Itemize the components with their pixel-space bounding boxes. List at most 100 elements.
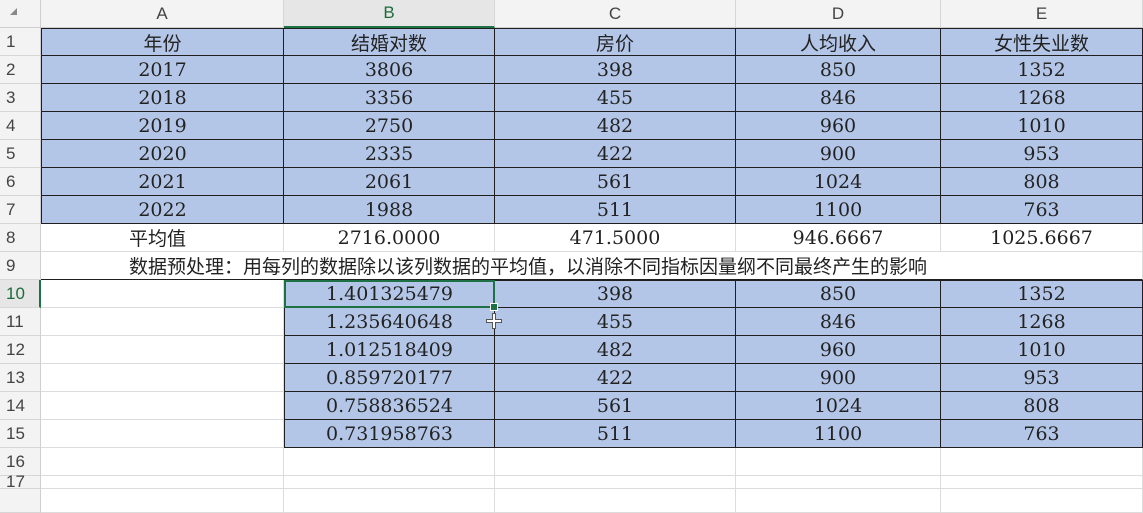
cell-d17[interactable] <box>736 476 941 489</box>
cell-c2[interactable]: 398 <box>495 56 736 84</box>
row-header-4[interactable]: 4 <box>0 112 41 140</box>
cell-e16[interactable] <box>941 448 1143 476</box>
fill-handle[interactable] <box>490 303 498 311</box>
row-header-6[interactable]: 6 <box>0 168 41 196</box>
row-header-9[interactable]: 9 <box>0 252 41 280</box>
cell-c14[interactable]: 561 <box>495 392 736 420</box>
cell-c5[interactable]: 422 <box>495 140 736 168</box>
cell-d5[interactable]: 900 <box>736 140 941 168</box>
cell-b14[interactable]: 0.758836524 <box>284 392 495 420</box>
cell-e8[interactable]: 1025.6667 <box>941 224 1143 252</box>
cell-d8[interactable]: 946.6667 <box>736 224 941 252</box>
cell-a4[interactable]: 2019 <box>41 112 284 140</box>
cell-b7[interactable]: 1988 <box>284 196 495 224</box>
cell-b3[interactable]: 3356 <box>284 84 495 112</box>
cell-c11[interactable]: 455 <box>495 308 736 336</box>
row-header-17[interactable]: 17 <box>0 472 41 491</box>
cell-b11[interactable]: 1.235640648 <box>284 308 495 336</box>
cell-b4[interactable]: 2750 <box>284 112 495 140</box>
selected-cell-b10[interactable]: 1.401325479 <box>284 280 498 311</box>
cell-c1[interactable]: 房价 <box>495 28 736 56</box>
cell-a13[interactable] <box>41 364 284 392</box>
row-header-8[interactable]: 8 <box>0 224 41 252</box>
cell-a10[interactable] <box>41 280 284 308</box>
cell-c13[interactable]: 422 <box>495 364 736 392</box>
column-header-d[interactable]: D <box>736 0 941 28</box>
row-header-13[interactable]: 13 <box>0 364 41 392</box>
cell-b15[interactable]: 0.731958763 <box>284 420 495 448</box>
cell-e5[interactable]: 953 <box>941 140 1143 168</box>
note-cell-a9[interactable]: 数据预处理：用每列的数据除以该列数据的平均值，以消除不同指标因量纲不同最终产生的… <box>41 252 927 280</box>
cell-e17[interactable] <box>941 476 1143 489</box>
column-header-a[interactable]: A <box>41 0 284 28</box>
cell-b13[interactable]: 0.859720177 <box>284 364 495 392</box>
cell-a15[interactable] <box>41 420 284 448</box>
cell-a11[interactable] <box>41 308 284 336</box>
cell-a2[interactable]: 2017 <box>41 56 284 84</box>
cell-e14[interactable]: 808 <box>941 392 1143 420</box>
cell-d15[interactable]: 1100 <box>736 420 941 448</box>
cell-b8[interactable]: 2716.0000 <box>284 224 495 252</box>
cell-a3[interactable]: 2018 <box>41 84 284 112</box>
cell-b5[interactable]: 2335 <box>284 140 495 168</box>
cell-c10[interactable]: 398 <box>495 280 736 308</box>
cell-d13[interactable]: 900 <box>736 364 941 392</box>
cell-a16[interactable] <box>41 448 284 476</box>
cell-e7[interactable]: 763 <box>941 196 1143 224</box>
cell-c7[interactable]: 511 <box>495 196 736 224</box>
cell-b1[interactable]: 结婚对数 <box>284 28 495 56</box>
cell-e6[interactable]: 808 <box>941 168 1143 196</box>
cell-c16[interactable] <box>495 448 736 476</box>
cell-d12[interactable]: 960 <box>736 336 941 364</box>
cell-b6[interactable]: 2061 <box>284 168 495 196</box>
cell-c6[interactable]: 561 <box>495 168 736 196</box>
cell-e10[interactable]: 1352 <box>941 280 1143 308</box>
row-header-11[interactable]: 11 <box>0 308 41 336</box>
row-header-5[interactable]: 5 <box>0 140 41 168</box>
row-header-15[interactable]: 15 <box>0 420 41 448</box>
cell-d2[interactable]: 850 <box>736 56 941 84</box>
cell-b17[interactable] <box>284 476 495 489</box>
cell-e9[interactable] <box>941 252 1143 280</box>
cell-d1[interactable]: 人均收入 <box>736 28 941 56</box>
cell-e3[interactable]: 1268 <box>941 84 1143 112</box>
row-header-1[interactable]: 1 <box>0 28 41 56</box>
column-header-b[interactable]: B <box>284 0 495 28</box>
cell-c4[interactable]: 482 <box>495 112 736 140</box>
cell-b12[interactable]: 1.012518409 <box>284 336 495 364</box>
row-header-14[interactable]: 14 <box>0 392 41 420</box>
cell-c17[interactable] <box>495 476 736 489</box>
cell-c15[interactable]: 511 <box>495 420 736 448</box>
cell-e13[interactable]: 953 <box>941 364 1143 392</box>
cell-e1[interactable]: 女性失业数 <box>941 28 1143 56</box>
cell-a1[interactable]: 年份 <box>41 28 284 56</box>
cell-d11[interactable]: 846 <box>736 308 941 336</box>
cell-a8[interactable]: 平均值 <box>41 224 284 252</box>
cell-e15[interactable]: 763 <box>941 420 1143 448</box>
row-header-2[interactable]: 2 <box>0 56 41 84</box>
cell-a5[interactable]: 2020 <box>41 140 284 168</box>
cell-e4[interactable]: 1010 <box>941 112 1143 140</box>
cell-e2[interactable]: 1352 <box>941 56 1143 84</box>
cell-d16[interactable] <box>736 448 941 476</box>
cell-d4[interactable]: 960 <box>736 112 941 140</box>
cell-d6[interactable]: 1024 <box>736 168 941 196</box>
cell-e12[interactable]: 1010 <box>941 336 1143 364</box>
cell-d14[interactable]: 1024 <box>736 392 941 420</box>
column-header-e[interactable]: E <box>941 0 1143 28</box>
row-header-12[interactable]: 12 <box>0 336 41 364</box>
cell-d3[interactable]: 846 <box>736 84 941 112</box>
column-header-c[interactable]: C <box>495 0 736 28</box>
cell-b2[interactable]: 3806 <box>284 56 495 84</box>
cell-a6[interactable]: 2021 <box>41 168 284 196</box>
row-header-7[interactable]: 7 <box>0 196 41 224</box>
cell-d7[interactable]: 1100 <box>736 196 941 224</box>
cell-a17[interactable] <box>41 476 284 489</box>
cell-d10[interactable]: 850 <box>736 280 941 308</box>
row-header-10[interactable]: 10 <box>0 280 41 308</box>
cell-a7[interactable]: 2022 <box>41 196 284 224</box>
cell-b16[interactable] <box>284 448 495 476</box>
cell-c3[interactable]: 455 <box>495 84 736 112</box>
cell-c8[interactable]: 471.5000 <box>495 224 736 252</box>
cell-a12[interactable] <box>41 336 284 364</box>
